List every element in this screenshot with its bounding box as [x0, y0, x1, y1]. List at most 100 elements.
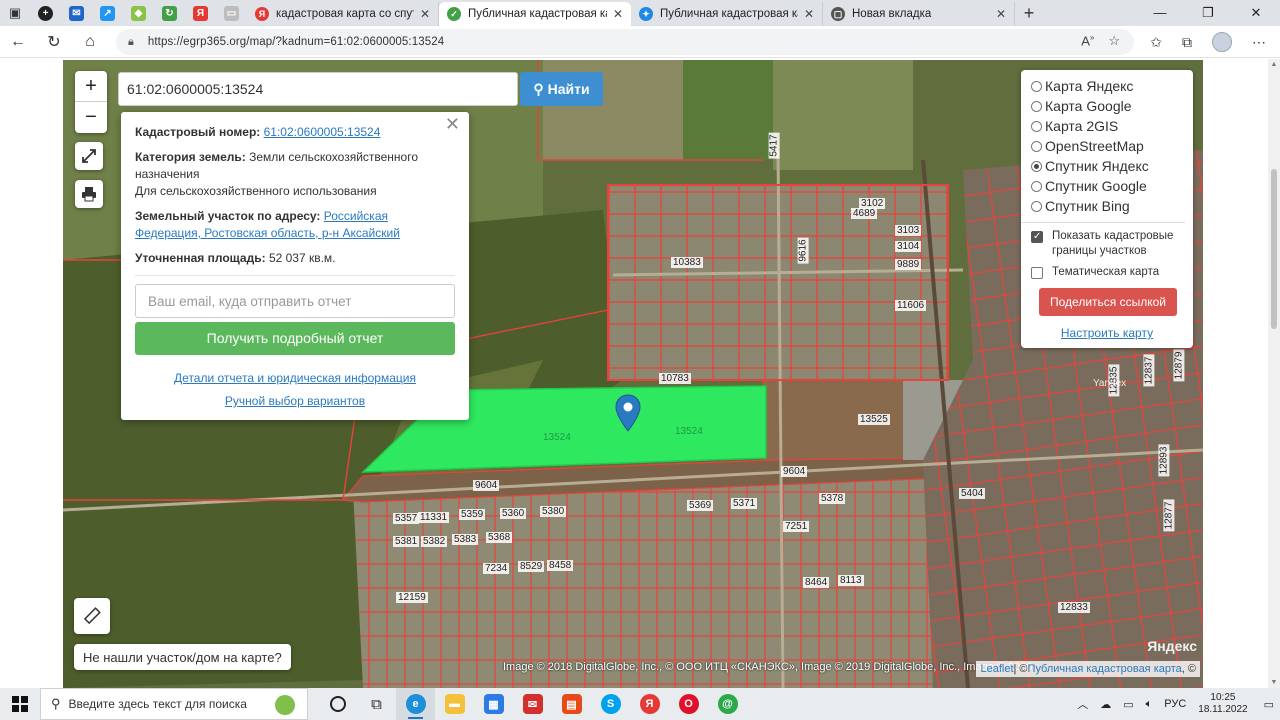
parcel-number-label: 9616	[797, 237, 809, 264]
layer-options: Карта Яндекс Карта Google Карта 2GIS OpenSt…	[1031, 76, 1193, 216]
mail-icon: ✉	[69, 5, 84, 21]
layer-option[interactable]: Спутник Яндекс	[1031, 156, 1193, 176]
fullscreen-button[interactable]	[75, 142, 103, 170]
configure-map-link[interactable]: Настроить карту	[1061, 326, 1153, 340]
page-scrollbar[interactable]: ▲ ▼	[1268, 59, 1280, 688]
back-icon[interactable]: ←	[0, 33, 36, 51]
taskbar-store[interactable]: ▦	[474, 688, 513, 720]
pinned-tab-7[interactable]: ▭	[216, 0, 247, 26]
zoom-out-button[interactable]: −	[75, 102, 107, 133]
volume-icon[interactable]: 🔈︎	[1146, 698, 1153, 711]
layer-radio[interactable]	[1031, 160, 1042, 172]
network-icon[interactable]: ▭	[1123, 698, 1133, 711]
pinned-tab-3[interactable]: ↗	[92, 0, 123, 26]
pkk-link[interactable]: Публичная кадастровая карта	[1028, 663, 1182, 675]
profile-avatar[interactable]	[1212, 32, 1232, 52]
home-icon[interactable]: ⌂	[72, 33, 108, 51]
thematic-map-option[interactable]: Тематическая карта	[1031, 265, 1193, 280]
location-marker-icon[interactable]	[615, 394, 641, 435]
tab-cadastral-satellite[interactable]: Я кадастровая карта со спутника ✕	[247, 2, 439, 26]
pinned-tab-1[interactable]: +	[30, 0, 61, 26]
layer-option[interactable]: Спутник Bing	[1031, 196, 1193, 216]
scrollbar-thumb[interactable]	[1271, 169, 1277, 329]
pinned-tab-6[interactable]: Я	[185, 0, 216, 26]
close-tab-icon[interactable]: ✕	[996, 7, 1006, 21]
parcel-number-label: 9604	[781, 466, 808, 477]
print-button[interactable]	[75, 180, 103, 208]
share-link-button[interactable]: Поделиться ссылкой	[1039, 288, 1177, 316]
email-field[interactable]: Ваш email, куда отправить отчет	[135, 284, 455, 318]
new-tab-button[interactable]: +	[1015, 3, 1043, 24]
zoom-in-button[interactable]: +	[75, 71, 107, 102]
cadastral-search-input[interactable]: 61:02:0600005:13524	[118, 72, 518, 106]
more-menu-icon[interactable]: ⋯	[1252, 34, 1266, 51]
taskbar-messenger[interactable]: @	[708, 688, 747, 720]
cortana-button[interactable]	[318, 688, 357, 720]
close-popup-icon[interactable]: ✕	[445, 115, 460, 133]
layer-option[interactable]: Карта 2GIS	[1031, 116, 1193, 136]
show-borders-checkbox[interactable]	[1031, 229, 1043, 244]
tray-overflow-icon[interactable]: ︿	[1077, 696, 1088, 712]
get-report-button[interactable]: Получить подробный отчет	[135, 322, 455, 355]
favorites-icon[interactable]: ✩	[1150, 34, 1162, 51]
layer-radio[interactable]	[1031, 180, 1042, 192]
read-aloud-icon[interactable]: A»	[1081, 33, 1094, 49]
address-bar[interactable]: 🔒︎ https://egrp365.org/map/?kadnum=61:02…	[116, 29, 1134, 55]
layer-option[interactable]: OpenStreetMap	[1031, 136, 1193, 156]
reload-icon[interactable]: ↻	[36, 32, 72, 52]
report-details-link[interactable]: Детали отчета и юридическая информация	[174, 371, 416, 385]
tab-public-cadastral-map[interactable]: ✦ Публичная кадастровая карта ✕	[631, 2, 823, 26]
manual-selection-link[interactable]: Ручной выбор вариантов	[225, 394, 365, 408]
collections-icon[interactable]: ⧉	[1182, 34, 1192, 51]
layer-option[interactable]: Карта Яндекс	[1031, 76, 1193, 96]
layer-radio[interactable]	[1031, 200, 1042, 212]
layer-option[interactable]: Карта Google	[1031, 96, 1193, 116]
taskbar-opera[interactable]: O	[669, 688, 708, 720]
tab-public-cadastral-map-active[interactable]: ✓ Публичная кадастровая карта ✕	[439, 2, 631, 26]
taskbar-pdf[interactable]: ▤	[552, 688, 591, 720]
not-found-button[interactable]: Не нашли участок/дом на карте?	[74, 644, 291, 670]
tab-new-tab[interactable]: ▢ Новая вкладка ✕	[823, 2, 1015, 26]
close-window-icon[interactable]: ✕	[1232, 0, 1280, 26]
layer-radio[interactable]	[1031, 140, 1042, 152]
leaflet-link[interactable]: Leaflet	[980, 663, 1013, 675]
find-button[interactable]: ⚲ Найти	[520, 72, 603, 106]
taskbar-yandex[interactable]: Я	[630, 688, 669, 720]
close-tab-icon[interactable]: ✕	[613, 7, 623, 21]
cadastral-map[interactable]: 13524 13524 13525 10783 9604 9604 10383 9616 468…	[63, 60, 1203, 688]
start-button[interactable]	[0, 696, 40, 712]
scroll-up-icon[interactable]: ▲	[1268, 61, 1280, 68]
layer-option[interactable]: Спутник Google	[1031, 176, 1193, 196]
layer-radio[interactable]	[1031, 120, 1042, 132]
maximize-icon[interactable]: ❐	[1184, 0, 1232, 26]
pinned-tab-2[interactable]: ✉	[61, 0, 92, 26]
close-tab-icon[interactable]: ✕	[804, 7, 814, 21]
pinned-tab-4[interactable]: ◆	[123, 0, 154, 26]
measure-button[interactable]	[74, 598, 110, 634]
minimize-icon[interactable]: —	[1136, 0, 1184, 26]
clock[interactable]: 10:25 18.11.2022	[1198, 692, 1247, 716]
cloud-icon[interactable]: ☁	[1100, 698, 1111, 711]
url-text[interactable]: https://egrp365.org/map/?kadnum=61:02:06…	[148, 36, 444, 48]
thematic-map-checkbox[interactable]	[1031, 267, 1043, 279]
parcel-number-label: 13524	[543, 432, 571, 443]
taskbar-explorer[interactable]: ▬	[435, 688, 474, 720]
show-borders-option[interactable]: Показать кадастровые границы участков	[1031, 229, 1193, 259]
favorite-add-icon[interactable]: ☆	[1108, 33, 1120, 49]
scroll-down-icon[interactable]: ▼	[1268, 679, 1280, 686]
taskbar-mail[interactable]: ✉	[513, 688, 552, 720]
taskbar-skype[interactable]: S	[591, 688, 630, 720]
tab-actions-icon[interactable]: ▣	[0, 0, 30, 26]
cadastral-number-link[interactable]: 61:02:0600005:13524	[264, 125, 381, 139]
lock-icon[interactable]: 🔒︎	[128, 36, 134, 49]
parcel-number-label: 12837	[1143, 354, 1155, 387]
pinned-tab-5[interactable]: ↻	[154, 0, 185, 26]
taskbar-search[interactable]: ⚲ Введите здесь текст для поиска	[40, 688, 308, 720]
language-indicator[interactable]: РУС	[1164, 698, 1186, 710]
task-view-button[interactable]: ⧉	[357, 688, 396, 720]
close-tab-icon[interactable]: ✕	[420, 7, 430, 21]
layer-radio[interactable]	[1031, 100, 1042, 112]
taskbar-edge[interactable]: e	[396, 688, 435, 720]
notifications-icon[interactable]: ▭	[1264, 698, 1274, 711]
layer-radio[interactable]	[1031, 80, 1042, 92]
